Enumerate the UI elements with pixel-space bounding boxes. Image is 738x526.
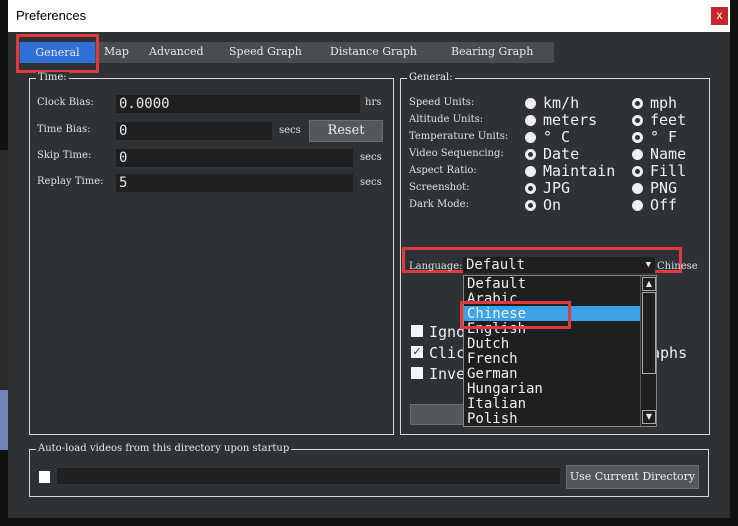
radio-option-b[interactable] <box>632 149 643 160</box>
checkbox-ignore[interactable] <box>411 325 423 337</box>
radio-option-a[interactable] <box>525 200 536 211</box>
radio-option-a-label: meters <box>543 111 598 129</box>
skip-time-label: Skip Time: <box>37 150 92 161</box>
setting-label: Aspect Ratio: <box>409 165 477 176</box>
radio-option-b[interactable] <box>632 200 643 211</box>
radio-option-a[interactable] <box>525 149 536 160</box>
language-option[interactable]: Italian <box>467 397 526 412</box>
radio-option-b-label: Name <box>650 145 687 163</box>
radio-option-b-label: Fill <box>650 162 687 180</box>
close-button[interactable]: x <box>711 7 728 25</box>
autoload-path-input[interactable] <box>57 468 560 484</box>
language-option[interactable]: Default <box>467 277 526 292</box>
radio-option-a-label: On <box>543 196 562 214</box>
radio-option-a[interactable] <box>525 98 536 109</box>
radio-option-b[interactable] <box>632 166 643 177</box>
clock-bias-input[interactable]: 0.0000 <box>116 95 360 113</box>
clock-bias-label: Clock Bias: <box>37 97 94 108</box>
radio-option-a[interactable] <box>525 132 536 143</box>
annotation-box-chinese <box>460 301 571 329</box>
radio-option-a[interactable] <box>525 183 536 194</box>
language-option[interactable]: German <box>467 367 518 382</box>
use-current-directory-button[interactable]: Use Current Directory <box>566 465 699 489</box>
replay-time-label: Replay Time: <box>37 176 104 187</box>
tab-map[interactable]: Map <box>104 45 129 58</box>
radio-option-b-label: feet <box>650 111 687 129</box>
scroll-up-icon[interactable]: ▲ <box>642 277 656 291</box>
radio-option-b[interactable] <box>632 183 643 194</box>
language-value: Default <box>466 257 526 273</box>
checkbox-invert[interactable] <box>411 367 423 379</box>
replay-time-unit: secs <box>360 177 382 188</box>
background-window-edge <box>0 390 8 450</box>
setting-label: Altitude Units: <box>409 114 484 125</box>
radio-option-b[interactable] <box>632 132 643 143</box>
hidden-button[interactable] <box>410 404 470 425</box>
reset-button[interactable]: Reset <box>309 120 383 142</box>
radio-option-a-label: Maintain <box>543 162 616 180</box>
tab-advanced[interactable]: Advanced <box>149 45 204 58</box>
autoload-legend: Auto-load videos from this directory upo… <box>36 443 292 454</box>
chevron-down-icon: ▼ <box>645 260 651 270</box>
scrollbar[interactable]: ▲ ▼ <box>640 276 656 426</box>
skip-time-input[interactable]: 0 <box>116 149 353 167</box>
scroll-down-icon[interactable]: ▼ <box>642 410 656 424</box>
checkbox-click[interactable]: ✓ <box>411 346 423 358</box>
scroll-thumb[interactable] <box>642 292 656 374</box>
time-bias-input[interactable]: 0 <box>116 122 272 140</box>
tab-distance-graph[interactable]: Distance Graph <box>330 45 417 58</box>
skip-time-unit: secs <box>360 152 382 163</box>
radio-option-b-label: ° F <box>650 128 678 146</box>
radio-option-b-label: Off <box>650 196 678 214</box>
language-dropdown-list: Default Arabic Chinese English Dutch French Ge… <box>463 275 657 427</box>
setting-label: Dark Mode: <box>409 199 469 210</box>
setting-label: Speed Units: <box>409 97 475 108</box>
tab-bearing-graph[interactable]: Bearing Graph <box>451 45 533 58</box>
radio-option-b-label: PNG <box>650 179 678 197</box>
setting-label: Screenshot: <box>409 182 470 193</box>
tab-speed-graph[interactable]: Speed Graph <box>229 45 302 58</box>
time-bias-label: Time Bias: <box>37 124 91 135</box>
radio-option-b[interactable] <box>632 98 643 109</box>
language-hint: Chinese <box>657 261 698 272</box>
title-bar: Preferences x <box>8 0 730 32</box>
annotation-box-tab <box>16 34 99 73</box>
radio-option-a-label: km/h <box>543 94 580 112</box>
checkbox-invert-label: Inve <box>429 365 466 383</box>
autoload-checkbox[interactable] <box>39 471 50 483</box>
time-legend: Time: <box>36 72 69 83</box>
time-bias-unit: secs <box>279 125 301 136</box>
language-option[interactable]: Hungarian <box>467 382 543 397</box>
setting-label: Video Sequencing: <box>409 148 504 159</box>
language-label: Language: <box>409 261 463 272</box>
radio-option-a[interactable] <box>525 166 536 177</box>
radio-option-b[interactable] <box>632 115 643 126</box>
general-legend: General: <box>407 72 455 83</box>
radio-option-a[interactable] <box>525 115 536 126</box>
setting-label: Temperature Units: <box>409 131 509 142</box>
radio-option-b-label: mph <box>650 94 678 112</box>
language-option[interactable]: French <box>467 352 518 367</box>
language-option[interactable]: Polish <box>467 412 518 427</box>
radio-option-a-label: ° C <box>543 128 571 146</box>
replay-time-input[interactable]: 5 <box>116 174 353 192</box>
radio-option-a-label: Date <box>543 145 580 163</box>
language-select[interactable]: Default ▼ <box>463 257 655 273</box>
language-option[interactable]: Dutch <box>467 337 509 352</box>
checkbox-click-label: Clic <box>429 344 466 362</box>
window-title: Preferences <box>16 8 87 23</box>
clock-bias-unit: hrs <box>365 97 382 108</box>
radio-option-a-label: JPG <box>543 179 571 197</box>
